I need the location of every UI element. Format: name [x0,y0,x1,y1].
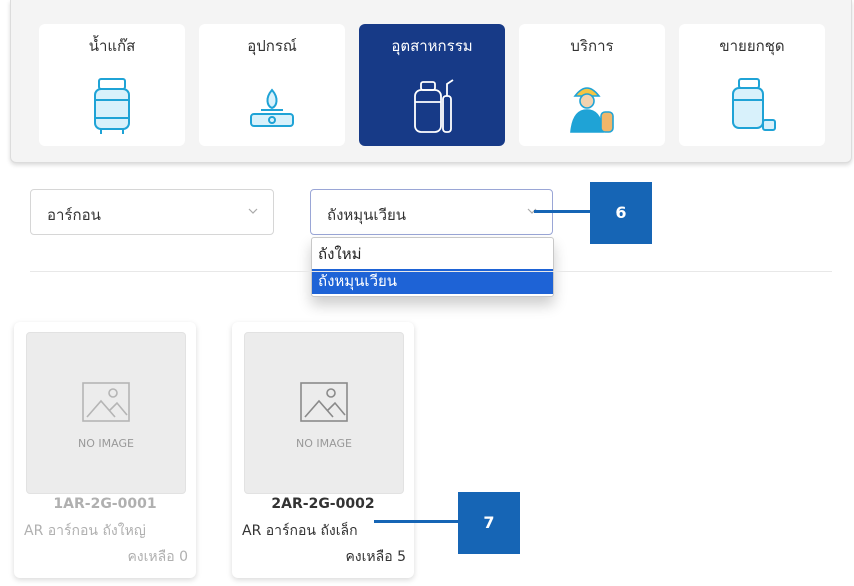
gas-tank-icon [94,78,130,134]
product-image-placeholder: NO IMAGE [244,332,404,494]
product-select-value: อาร์กอน [47,206,101,224]
tank-type-select[interactable]: ถังหมุนเวียน [310,189,553,235]
category-label: น้ำแก๊ส [88,37,136,55]
category-tile-gas[interactable]: น้ำแก๊ส [39,24,185,146]
technician-icon [570,87,614,133]
product-image-placeholder: NO IMAGE [26,332,186,494]
tank-type-dropdown: ถังใหม่ ถังหมุนเวียน [311,237,554,297]
category-label: อุปกรณ์ [247,37,297,55]
chevron-down-icon [248,208,258,214]
category-tile-industrial[interactable]: อุตสาหกรรม [359,24,505,146]
product-select[interactable]: อาร์กอน [30,189,274,235]
product-name: AR อาร์กอน ถังใหญ่ [24,523,146,539]
category-label: ขายยกชุด [719,37,785,55]
gas-stove-icon [250,88,294,127]
category-tile-service[interactable]: บริการ [519,24,665,146]
section-divider [30,271,832,272]
product-name: AR อาร์กอน ถังเล็ก [242,523,358,539]
callout-badge: 6 [590,182,652,244]
product-code: 2AR-2G-0002 [271,496,375,512]
category-label: บริการ [570,37,614,55]
industrial-cylinder-icon [414,79,454,133]
callout-badge: 7 [458,492,520,554]
dropdown-option-rotating[interactable]: ถังหมุนเวียน [312,269,553,294]
gas-set-icon [732,78,776,131]
product-code: 1AR-2G-0001 [53,496,157,512]
product-card[interactable]: NO IMAGE 2AR-2G-0002 AR อาร์กอน ถังเล็ก … [232,322,414,578]
dropdown-option-new[interactable]: ถังใหม่ [312,242,553,267]
callout-line [534,210,590,213]
category-tile-bundle[interactable]: ขายยกชุด [679,24,825,146]
category-panel: น้ำแก๊ส อุปกรณ์ อุตสาหกรรม บริการ ขายยกช… [10,0,852,163]
category-tile-equipment[interactable]: อุปกรณ์ [199,24,345,146]
category-label: อุตสาหกรรม [391,37,473,55]
callout-line [374,520,458,523]
image-placeholder-icon [300,382,348,422]
image-placeholder-icon [82,382,130,422]
product-card[interactable]: NO IMAGE 1AR-2G-0001 AR อาร์กอน ถังใหญ่ … [14,322,196,578]
no-image-text: NO IMAGE [296,437,352,450]
product-stock: คงเหลือ 0 [127,549,188,565]
no-image-text: NO IMAGE [78,437,134,450]
tank-type-select-value: ถังหมุนเวียน [327,206,407,224]
product-stock: คงเหลือ 5 [345,549,406,565]
